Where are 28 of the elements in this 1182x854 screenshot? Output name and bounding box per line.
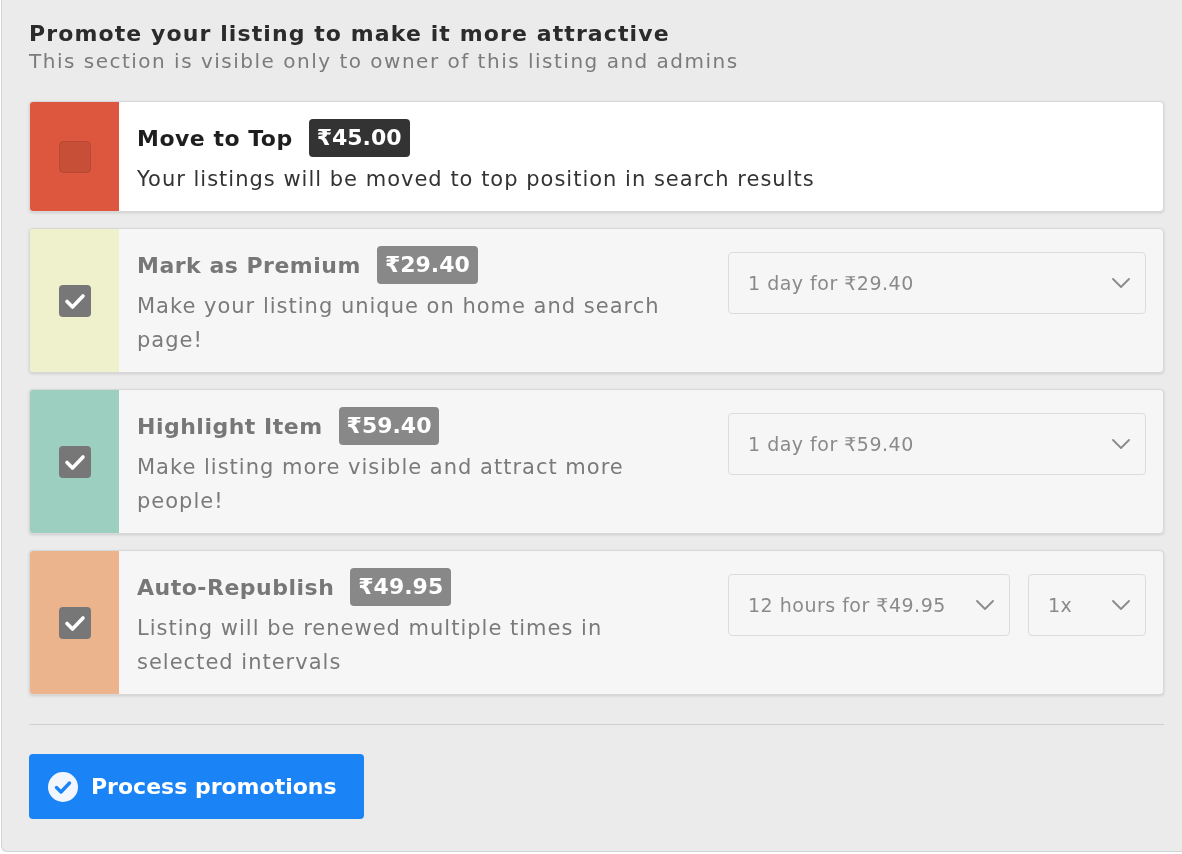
repeat-select[interactable]: 1x — [1028, 574, 1146, 636]
section-subtitle: This section is visible only to owner of this listing and admins — [29, 48, 740, 74]
duration-select[interactable]: 1 day for ₹29.40 — [728, 252, 1146, 314]
process-promotions-button[interactable]: Process promotions — [29, 754, 364, 819]
checkbox[interactable] — [58, 606, 91, 639]
price-tag: ₹59.40 — [338, 407, 440, 445]
checkbox[interactable] — [58, 445, 91, 478]
duration-select[interactable]: 12 hours for ₹49.95 — [728, 574, 1010, 636]
option-description: Make listing more visible and attract more people! — [137, 454, 625, 515]
option-title: Mark as Premium — [137, 251, 361, 280]
option-description: Your listings will be moved to top position in search results — [137, 166, 816, 193]
option-description: Listing will be renewed multiple times in selected intervals — [137, 615, 604, 676]
chevron-down-icon — [1112, 600, 1130, 610]
price-tag: ₹45.00 — [308, 119, 410, 157]
chevron-down-icon — [976, 600, 994, 610]
chevron-down-icon — [1112, 439, 1130, 449]
duration-select[interactable]: 1 day for ₹59.40 — [728, 413, 1146, 475]
price-tag: ₹29.40 — [376, 246, 478, 284]
checkbox[interactable] — [58, 284, 91, 317]
option-title: Move to Top — [137, 124, 293, 153]
chevron-down-icon — [1112, 278, 1130, 288]
option-description: Make your listing unique on home and search page! — [137, 293, 661, 354]
checkbox[interactable] — [58, 140, 91, 173]
section-title: Promote your listing to make it more attractive — [29, 20, 671, 48]
check-circle-icon — [48, 771, 78, 802]
option-title: Highlight Item — [137, 412, 323, 441]
option-title: Auto-Republish — [137, 573, 335, 602]
price-tag: ₹49.95 — [350, 568, 452, 606]
